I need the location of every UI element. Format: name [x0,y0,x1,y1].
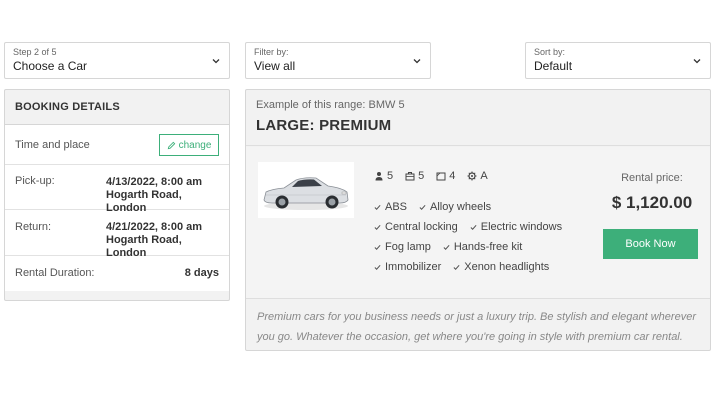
car-card-body: 5 5 4 A ABS Alloy wheels Central locking [246,147,710,298]
rental-price-label: Rental price: [621,172,683,184]
return-label: Return: [15,221,52,233]
feature-label: Xenon headlights [464,261,550,273]
sort-label: Sort by: [534,47,566,57]
feature-row: Central locking Electric windows [374,217,562,237]
car-card-header: Example of this range: BMW 5 LARGE: PREM… [246,90,710,146]
gear-icon [467,171,477,181]
pencil-icon [167,141,175,149]
feature-item: Alloy wheels [419,201,491,213]
return-value: 4/21/2022, 8:00 am Hogarth Road, London [106,221,219,260]
pickup-date: 4/13/2022, 8:00 am [106,176,203,188]
person-icon [375,172,383,181]
duration-label: Rental Duration: [15,267,95,279]
feature-item: Central locking [374,221,458,233]
time-place-label: Time and place [15,139,90,151]
chevron-down-icon [212,59,220,64]
car-card: Example of this range: BMW 5 LARGE: PREM… [245,89,711,351]
step-label: Step 2 of 5 [13,47,57,57]
step-select[interactable]: Step 2 of 5 Choose a Car [4,42,230,79]
filter-value: View all [254,59,296,73]
time-place-row: Time and place change [5,125,229,165]
check-icon [470,224,477,230]
check-icon [374,244,381,250]
chevron-down-icon [413,59,421,64]
doors-spec: 4 [436,170,455,182]
transmission-spec: A [467,170,488,182]
car-features: ABS Alloy wheels Central locking Electri… [374,197,562,277]
car-example: Example of this range: BMW 5 [256,99,405,111]
check-icon [374,204,381,210]
sort-select[interactable]: Sort by: Default [525,42,711,79]
sort-value: Default [534,59,573,73]
bags-spec: 5 [405,170,424,182]
doors-count: 4 [449,170,456,182]
car-image [258,162,354,218]
feature-label: Hands-free kit [453,241,523,253]
feature-item: Xenon headlights [453,261,549,273]
feature-row: ABS Alloy wheels [374,197,562,217]
suitcase-icon [405,172,415,181]
pickup-row: Pick-up: 4/13/2022, 8:00 am Hogarth Road… [5,165,229,214]
book-now-button[interactable]: Book Now [603,229,698,259]
feature-label: Fog lamp [385,241,431,253]
step-value: Choose a Car [13,59,88,73]
duration-row: Rental Duration: 8 days [5,256,229,291]
booking-details-body: Time and place change Pick-up: 4/13/2022… [5,125,229,291]
check-icon [453,264,460,270]
feature-item: Electric windows [470,221,562,233]
passengers-spec: 5 [374,170,393,182]
chevron-down-icon [693,59,701,64]
duration-value: 8 days [184,267,219,279]
feature-label: Immobilizer [385,261,442,273]
rental-price: $ 1,120.00 [611,193,693,212]
booking-details-panel: BOOKING DETAILS Time and place change Pi… [4,89,230,301]
feature-label: Alloy wheels [430,201,492,213]
bags-count: 5 [418,170,425,182]
feature-row: Immobilizer Xenon headlights [374,257,562,277]
return-date: 4/21/2022, 8:00 am [106,221,203,233]
change-button[interactable]: change [159,134,219,156]
check-icon [419,204,426,210]
feature-item: Fog lamp [374,241,431,253]
feature-label: ABS [385,201,408,213]
door-icon [436,172,446,181]
filter-label: Filter by: [254,47,289,57]
booking-details-title: BOOKING DETAILS [5,90,229,125]
feature-label: Central locking [385,221,458,233]
passengers-count: 5 [387,170,394,182]
pickup-label: Pick-up: [15,175,55,187]
car-range-title: LARGE: PREMIUM [256,117,392,134]
feature-item: Hands-free kit [443,241,522,253]
feature-label: Electric windows [480,221,563,233]
check-icon [443,244,450,250]
car-illustration [263,177,349,210]
return-row: Return: 4/21/2022, 8:00 am Hogarth Road,… [5,210,229,259]
feature-item: Immobilizer [374,261,441,273]
car-description: Premium cars for you business needs or j… [246,298,710,350]
transmission-value: A [480,170,488,182]
filter-select[interactable]: Filter by: View all [245,42,431,79]
check-icon [374,264,381,270]
feature-item: ABS [374,201,407,213]
check-icon [374,224,381,230]
change-label: change [178,139,212,151]
feature-row: Fog lamp Hands-free kit [374,237,562,257]
car-specs: 5 5 4 A [374,170,488,182]
